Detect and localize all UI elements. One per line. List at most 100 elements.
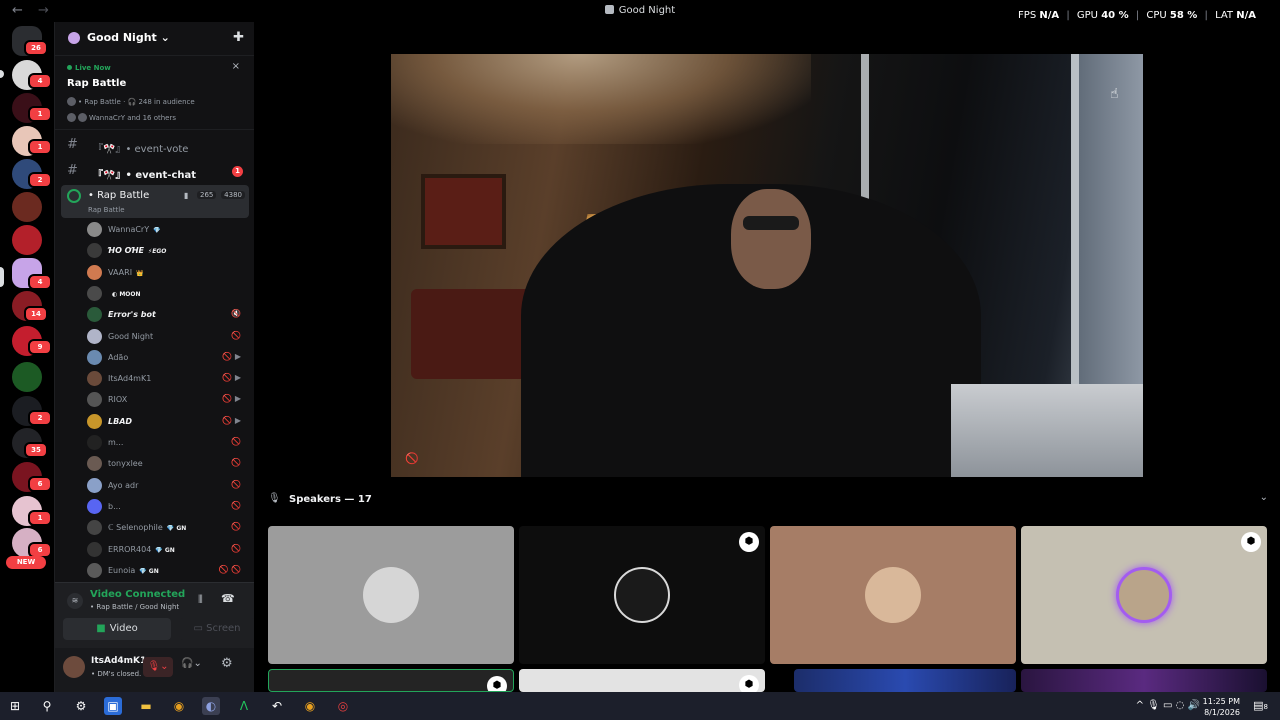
screen-share-button[interactable]: ▭ Screen (179, 618, 255, 640)
speaker-tile[interactable]: ⬢ (1021, 526, 1267, 664)
discord-icon[interactable]: ◐ (202, 697, 220, 715)
member-tag: 💎 GN (139, 567, 159, 575)
speakers-header[interactable]: 🎙 Speakers — 17 ⌄ (268, 492, 1268, 510)
app-icon[interactable]: ↶ (268, 697, 286, 715)
voice-member-row[interactable]: Error's bot 🔇 (85, 305, 249, 325)
invite-people-icon[interactable]: ✚ (233, 30, 244, 45)
user-name[interactable]: ItsAd4mK1 (91, 656, 146, 666)
notification-icon[interactable]: ▤8 (1253, 699, 1268, 712)
voice-member-row[interactable]: Eunoia 💎 GN 🚫 🚫 (85, 561, 249, 581)
member-name-text: ItsAd4mK1 (108, 374, 152, 384)
voice-member-row[interactable]: WannaCrY 💎 (85, 220, 249, 240)
server-icon[interactable] (12, 362, 42, 392)
member-status-icons: 🚫 (231, 479, 241, 489)
live-event-card[interactable]: Live Now × Rap Battle • Rap Battle · 🎧 2… (55, 56, 254, 130)
server-badge: 1 (28, 510, 52, 526)
avatar (614, 567, 670, 623)
server-mini-icon (604, 5, 614, 14)
voice-status[interactable]: Video Connected (90, 589, 185, 600)
app-icon[interactable]: Λ (235, 697, 253, 715)
voice-member-row[interactable]: Adão 🚫 ▶ (85, 348, 249, 368)
focused-video-stream[interactable]: 🚫 (391, 54, 1143, 477)
voice-member-row[interactable]: VAARI 👑 (85, 263, 249, 283)
member-status-icons: 🔇 (231, 309, 241, 319)
voice-member-row[interactable]: ERROR404 💎 GN 🚫 (85, 540, 249, 560)
stream-scene-ceiling (391, 54, 811, 144)
avatar (87, 435, 102, 450)
chevron-down-icon[interactable]: ⌄ (1260, 492, 1268, 503)
disconnect-icon[interactable]: ☎ (221, 592, 235, 605)
speaker-tile[interactable] (770, 526, 1016, 664)
voice-member-row[interactable]: b... 🚫 (85, 497, 249, 517)
channel-label: 『🎌』• event-vote (93, 144, 189, 155)
voice-member-row[interactable]: tonyxlee 🚫 (85, 454, 249, 474)
server-header[interactable]: Good Night ⌄ ✚ (55, 22, 254, 56)
signal-icon[interactable]: ≋ (67, 593, 83, 609)
app-icon[interactable]: ◎ (334, 697, 352, 715)
member-name-text: tonyxlee (108, 459, 143, 469)
chrome-icon[interactable]: ◉ (170, 697, 188, 715)
member-name-text: ꞪО ОꞪЕ (108, 246, 145, 256)
speaker-tile[interactable] (794, 669, 1016, 692)
server-icon[interactable] (12, 225, 42, 255)
file-explorer-icon[interactable]: ▬ (137, 697, 155, 715)
settings-gear-icon[interactable]: ⚙ (72, 697, 90, 715)
live-event-meta: • Rap Battle · 🎧 248 in audience (67, 97, 195, 106)
speaker-tile[interactable] (1021, 669, 1267, 692)
new-servers-tag[interactable]: NEW (6, 556, 46, 569)
voice-location[interactable]: • Rap Battle / Good Night (90, 603, 179, 611)
video-label: Video (109, 623, 138, 634)
channel-event-vote[interactable]: # 『🎌』• event-vote (61, 135, 249, 155)
avatar (87, 413, 102, 429)
headphones-icon[interactable]: 🎧⌄ (181, 658, 202, 669)
speaker-tile[interactable]: ⬢ (519, 526, 765, 664)
voice-member-name: ꞪО ОꞪЕ ⚡EGO (108, 246, 166, 255)
microphone-icon: 🎙 (268, 493, 281, 504)
voice-member-row[interactable]: Good Night 🚫 (85, 327, 249, 347)
voice-member-row[interactable]: ꞪО ОꞪЕ ⚡EGO (85, 241, 249, 261)
voice-member-name: tonyxlee (108, 459, 147, 468)
camera-icon: ▮ (184, 191, 189, 200)
voice-channel-rap-battle[interactable]: • Rap Battle Rap Battle ▮ 265 4380 (61, 185, 249, 218)
voice-member-row[interactable]: Ayo adr 🚫 (85, 476, 249, 496)
member-status-icons: 🚫 🚫 (218, 564, 241, 574)
channel-event-chat[interactable]: # 『🎌』• event-chat 1 (61, 161, 249, 181)
discord-app: ← → Good Night FPS N/A | GPU 40 % | CPU … (0, 0, 1280, 692)
mute-mic-icon[interactable]: 🎙⌄ (143, 657, 173, 677)
voice-member-row[interactable]: ℂ Selenophile 💎 GN 🚫 (85, 518, 249, 538)
voice-member-name: Ayo adr (108, 481, 142, 490)
avatar (87, 371, 102, 387)
channel-label: 『🎌』• event-chat (93, 170, 197, 181)
avatar[interactable] (63, 656, 85, 678)
speaker-tile[interactable]: ⬢ (268, 669, 514, 692)
gear-icon[interactable]: ⚙ (221, 656, 233, 671)
video-button[interactable]: ■ Video (63, 618, 171, 640)
speaker-tile[interactable] (268, 526, 514, 664)
clock-time: 11:25 PM (1202, 697, 1240, 706)
search-icon[interactable]: ⚲ (38, 697, 56, 715)
server-badge: 35 (24, 442, 48, 458)
member-name-text: Error's bot (108, 310, 156, 320)
voice-member-row[interactable]: m... 🚫 (85, 433, 249, 453)
voice-member-row[interactable]: ◐ MOON (85, 284, 249, 304)
noise-suppression-icon[interactable]: ⦀ (198, 593, 203, 607)
store-icon[interactable]: ▣ (104, 697, 122, 715)
gpu-label: GPU (1076, 10, 1098, 21)
screen-icon: ▭ (193, 623, 207, 634)
server-icon[interactable] (12, 192, 42, 222)
speaker-tile[interactable]: ⬢ (519, 669, 765, 692)
member-name-text: b... (108, 501, 121, 511)
system-tray[interactable]: ^ 🎙 ▭ ◌ 🔊 (1136, 700, 1200, 711)
close-icon[interactable]: × (232, 61, 240, 72)
voice-member-name: WannaCrY 💎 (108, 225, 161, 234)
voice-member-row[interactable]: ItsAd4mK1 🚫 ▶ (85, 369, 249, 389)
member-status-icons: 🚫 (231, 330, 241, 340)
chrome-icon[interactable]: ◉ (301, 697, 319, 715)
system-clock[interactable]: 11:25 PM 8/1/2026 (1203, 696, 1240, 718)
avatar (87, 222, 102, 237)
voice-member-row[interactable]: RIOX 🚫 ▶ (85, 390, 249, 410)
voice-member-row[interactable]: LBAD 🚫 ▶ (85, 412, 249, 432)
avatar (87, 392, 102, 408)
windows-start-icon[interactable]: ⊞ (6, 697, 24, 715)
participants-text: WannaCrY and 16 others (89, 114, 177, 122)
